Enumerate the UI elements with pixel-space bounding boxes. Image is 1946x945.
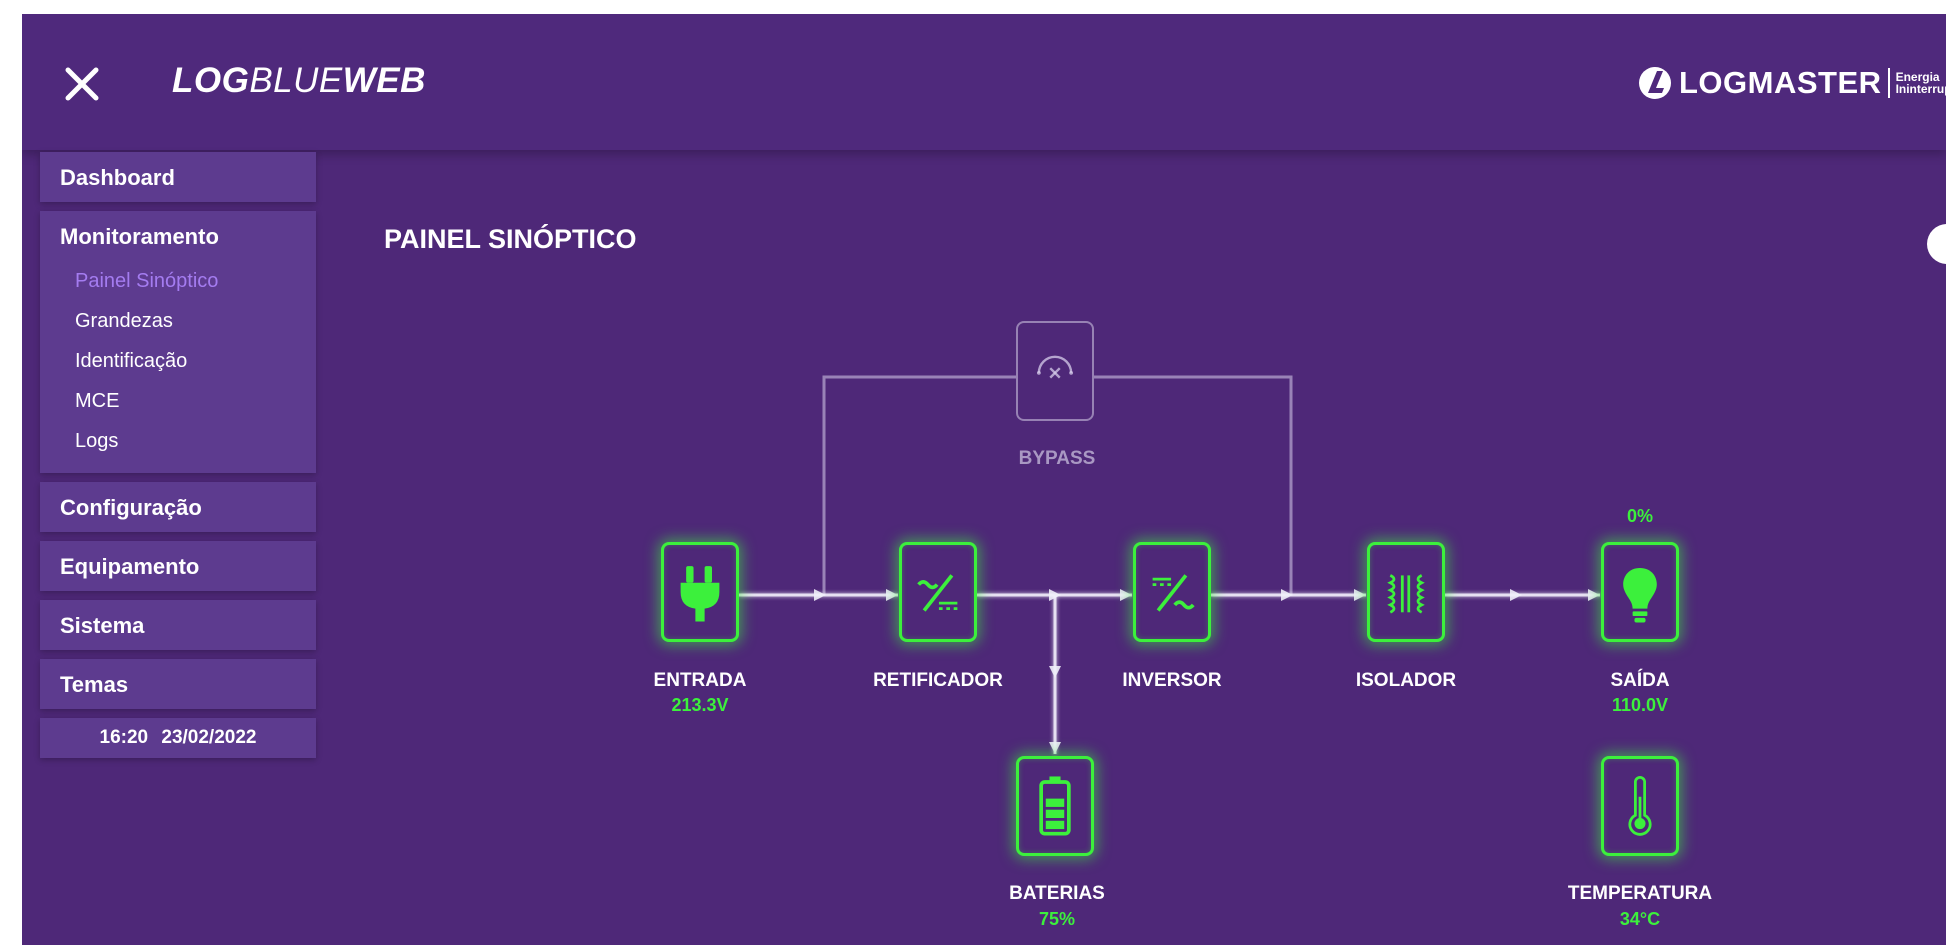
bypass-node[interactable] — [1016, 321, 1094, 421]
arrow-6 — [1354, 589, 1366, 601]
sidebar-item-sistema[interactable]: Sistema — [40, 600, 316, 650]
sidebar-item-configuracao[interactable]: Configuração — [40, 482, 316, 532]
inversor-label: INVERSOR — [1122, 670, 1222, 691]
inversor-node[interactable] — [1133, 542, 1211, 642]
brand-name: LOGMASTER — [1679, 65, 1882, 100]
saida-load: 0% — [1626, 506, 1653, 526]
help-icon[interactable] — [1927, 224, 1946, 264]
arrow-2 — [886, 589, 898, 601]
brand-separator — [1887, 68, 1890, 98]
sidebar-item-temas[interactable]: Temas — [40, 659, 316, 709]
clock-date: 23/02/2022 — [161, 727, 257, 748]
sidebar-item-grandezas[interactable]: Grandezas — [40, 301, 316, 341]
close-icon[interactable] — [62, 64, 102, 104]
temperatura-value: 34°C — [1619, 909, 1661, 929]
sidebar-item-equipamento[interactable]: Equipamento — [40, 541, 316, 591]
brand-logo: LOGMASTER Energia Ininterrup — [1637, 61, 1946, 105]
arrow-10 — [1049, 742, 1061, 754]
arrow-4 — [1120, 589, 1132, 601]
arrow-5 — [1281, 589, 1293, 601]
retificador-node[interactable] — [899, 542, 977, 642]
lightbulb-icon — [1623, 568, 1657, 623]
sidebar-group-sistema: Sistema — [40, 600, 316, 650]
sidebar-item-dashboard[interactable]: Dashboard — [40, 152, 316, 202]
baterias-node[interactable] — [1016, 756, 1094, 856]
sidebar-item-mce[interactable]: MCE — [40, 381, 316, 421]
saida-node[interactable] — [1601, 542, 1679, 642]
saida-value: 110.0V — [1611, 695, 1669, 715]
rectifier-icon — [917, 574, 958, 612]
isolador-node[interactable] — [1367, 542, 1445, 642]
logmaster-logo-icon — [1639, 67, 1671, 99]
battery-icon — [1039, 776, 1071, 836]
arrow-3 — [1049, 589, 1061, 601]
bypass-label: BYPASS — [1018, 448, 1096, 469]
arrow-8 — [1588, 589, 1600, 601]
app-title: LOGBLUEWEB — [172, 61, 426, 100]
entrada-value: 213.3V — [671, 695, 729, 715]
sidebar: Dashboard Monitoramento Painel Sinóptico… — [40, 152, 316, 758]
entrada-label: ENTRADA — [653, 670, 747, 691]
inverter-icon — [1152, 574, 1195, 612]
saida-label: SAÍDA — [1610, 670, 1670, 691]
baterias-label: BATERIAS — [1009, 883, 1105, 904]
sidebar-group-configuracao: Configuração — [40, 482, 316, 532]
sidebar-group-temas: Temas — [40, 659, 316, 709]
arrow-9 — [1049, 666, 1061, 678]
brand-subtitle: Energia Ininterrup — [1895, 70, 1946, 96]
app-window: LOGBLUEWEB LOGMASTER Energia Ininterrup D… — [22, 14, 1946, 945]
page-title: PAINEL SINÓPTICO — [384, 224, 637, 254]
temperatura-label: TEMPERATURA — [1567, 883, 1713, 904]
monitoramento-submenu: Painel Sinóptico Grandezas Identificação… — [40, 261, 316, 473]
retificador-label: RETIFICADOR — [873, 670, 1003, 691]
baterias-value: 75% — [1038, 909, 1076, 929]
sidebar-group-equipamento: Equipamento — [40, 541, 316, 591]
sidebar-group-monitoramento: Monitoramento Painel Sinóptico Grandezas… — [40, 211, 316, 473]
thermometer-icon — [1628, 776, 1652, 836]
clock-display: 16:20 23/02/2022 — [40, 718, 316, 758]
arrow-1 — [814, 589, 826, 601]
top-header: LOGBLUEWEB LOGMASTER Energia Ininterrup — [22, 14, 1946, 150]
transformer-icon — [1387, 574, 1425, 614]
sidebar-item-identificacao[interactable]: Identificação — [40, 341, 316, 381]
isolador-label: ISOLADOR — [1355, 670, 1457, 691]
sidebar-item-monitoramento[interactable]: Monitoramento — [40, 211, 316, 261]
entrada-node[interactable] — [661, 542, 739, 642]
sidebar-group-dashboard: Dashboard — [40, 152, 316, 202]
plug-icon — [680, 566, 720, 622]
arrow-7 — [1510, 589, 1522, 601]
clock-time: 16:20 — [99, 727, 149, 748]
sidebar-item-painel-sinoptico[interactable]: Painel Sinóptico — [40, 261, 316, 301]
sidebar-item-logs[interactable]: Logs — [40, 421, 316, 461]
temperatura-node[interactable] — [1601, 756, 1679, 856]
